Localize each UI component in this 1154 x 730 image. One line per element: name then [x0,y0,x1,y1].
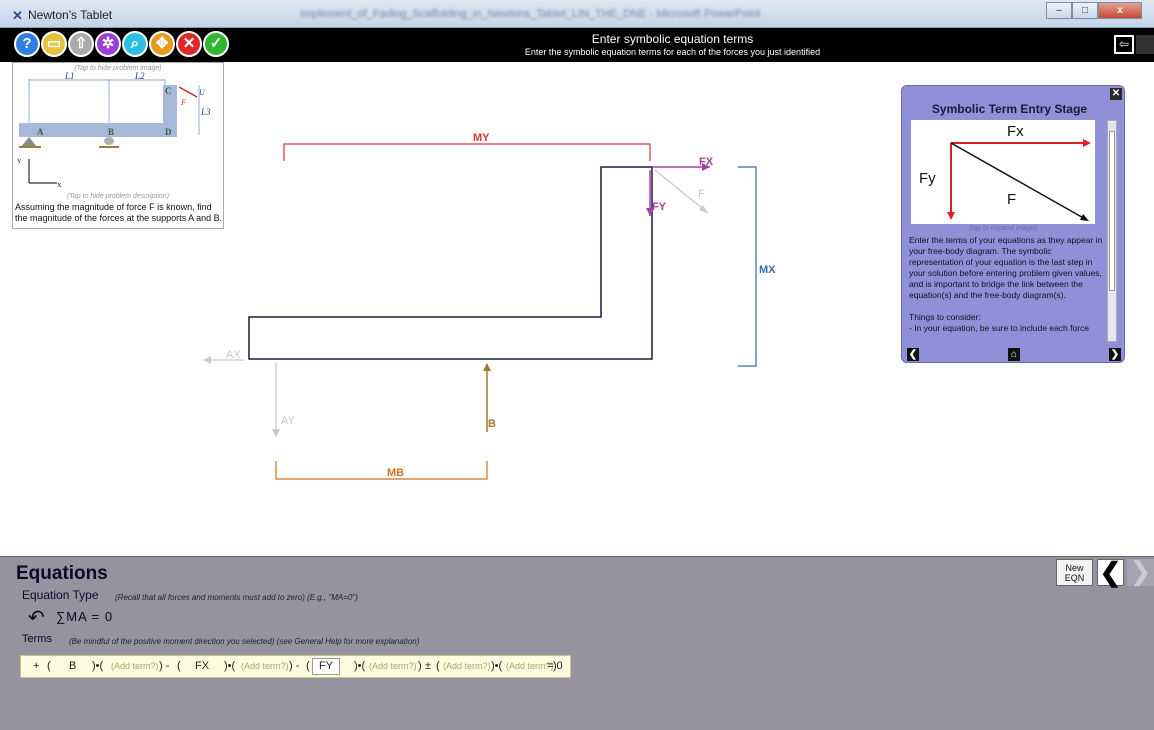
mb-label: MB [387,467,404,479]
next-equation-button[interactable]: ❯ [1127,558,1154,586]
mx-bracket [738,166,757,367]
help-title: Symbolic Term Entry Stage [931,102,1088,116]
help-prev-button[interactable]: ❮ [907,348,919,361]
help-paragraph: Enter the terms of your equations as the… [909,235,1103,300]
my-bracket [283,143,651,161]
l3-label: L3 [200,107,211,117]
y-axis-label: Y [17,159,22,165]
add-term-field[interactable]: (Add term?) [241,661,289,671]
terms-hint: (Be mindful of the positive moment direc… [69,637,420,646]
stage-subtitle: Enter the symbolic equation terms for ea… [524,47,821,57]
beam-outline [248,166,653,360]
equals-zero: = 0 [547,660,563,672]
l2-label: L2 [134,71,145,81]
terms-label: Terms [22,633,52,645]
help-text: Enter the terms of your equations as the… [909,235,1105,343]
menu-button[interactable] [1136,35,1154,54]
fy-label: FY [652,201,667,213]
d-label: D [165,127,172,137]
term1-sign[interactable]: + [33,660,39,672]
back-button[interactable]: ⇦ [1114,35,1134,54]
stage-title: Enter symbolic equation terms [591,32,754,46]
term2-field[interactable]: FX [195,660,209,672]
x-axis-label: X [57,183,62,189]
problem-description: Assuming the magnitude of force F is kno… [15,202,223,223]
ax-label: AX [226,349,241,361]
mb-bracket [275,461,488,480]
f-problem-label: F [180,98,186,107]
a-label: A [37,127,44,137]
l1-label: L1 [64,71,75,81]
add-term-field[interactable]: (Add term?) [369,661,417,671]
hide-description-hint[interactable]: (Tap to hide problem description) [13,193,223,200]
plus-minus-sign[interactable]: ± [425,660,431,672]
add-term-field[interactable]: (Add term?) [443,661,491,671]
b-arrowhead [483,363,491,371]
title-bar: ✕ Newton's Tablet Implement_of_Fading_Sc… [0,0,1154,28]
help-bullet: - In your equation, be sure to include e… [909,323,1090,333]
b-label: B [488,418,496,430]
help-things-heading: Things to consider: [909,312,981,322]
equation-type-hint: (Recall that all forces and moments must… [115,593,358,602]
equations-panel: Equations Equation Type (Recall that all… [0,556,1154,730]
ay-arrowhead [272,429,280,437]
c-label: C [165,86,172,96]
help-home-button[interactable]: ⌂ [1008,348,1020,361]
toolbar: ? ▭ ⇧ ✲ ⌕ ✥ ✕ ✓ Enter symbolic equation … [0,28,1154,62]
f-label: F [698,188,705,200]
problem-panel[interactable]: (Tap to hide problem image) L1 L2 L3 A B… [12,62,224,229]
app-window: ✕ Newton's Tablet Implement_of_Fading_Sc… [0,0,1154,730]
fy-help-label: Fy [919,170,936,187]
help-scrollbar[interactable] [1107,120,1117,342]
moment-direction-icon[interactable]: ↶ [28,605,45,630]
help-image[interactable]: Fx Fy F [911,120,1095,224]
mx-label: MX [759,264,776,276]
minimize-button[interactable]: – [1046,2,1072,19]
ay-label: AY [281,415,296,427]
problem-image: L1 L2 L3 A B C D F U Y X [17,71,211,189]
add-term-field[interactable]: (Add term?) [111,661,159,671]
close-help-button[interactable]: ✕ [1110,88,1122,100]
prev-equation-button[interactable]: ❮ [1097,559,1124,586]
b-point-label: B [108,127,114,137]
document-title: Implement_of_Fading_Scaffolding_in_Newto… [300,8,761,20]
help-panel: ✕ Symbolic Term Entry Stage Fx Fy F (tap… [901,85,1125,363]
term1-field[interactable]: B [69,660,76,672]
maximize-button[interactable]: □ [1072,2,1098,19]
app-title: Newton's Tablet [28,8,113,22]
sum-equation[interactable]: ∑MA = 0 [56,609,113,624]
fx-label: FX [699,156,714,168]
f-help-label: F [1007,191,1016,208]
equation-terms-row: + ( B )•( (Add term?) ) - ( FX )•( (Add … [20,655,571,678]
expand-image-hint[interactable]: (tap to expand image) [911,225,1095,232]
window-controls: – □ x [1046,2,1142,19]
scroll-thumb[interactable] [1109,131,1115,291]
new-equation-label: New EQN [1064,563,1085,583]
term3-field[interactable]: FY [312,658,341,675]
app-logo-icon: ✕ [12,8,23,23]
ax-arrowhead [203,356,211,364]
u-label: U [199,88,206,97]
help-next-button[interactable]: ❯ [1109,348,1121,361]
fx-help-label: Fx [1007,123,1024,140]
my-label: MY [473,132,490,144]
equation-type-label: Equation Type [22,588,99,602]
equations-title: Equations [16,563,108,584]
close-window-button[interactable]: x [1098,2,1142,19]
new-equation-button[interactable]: New EQN [1056,559,1093,586]
